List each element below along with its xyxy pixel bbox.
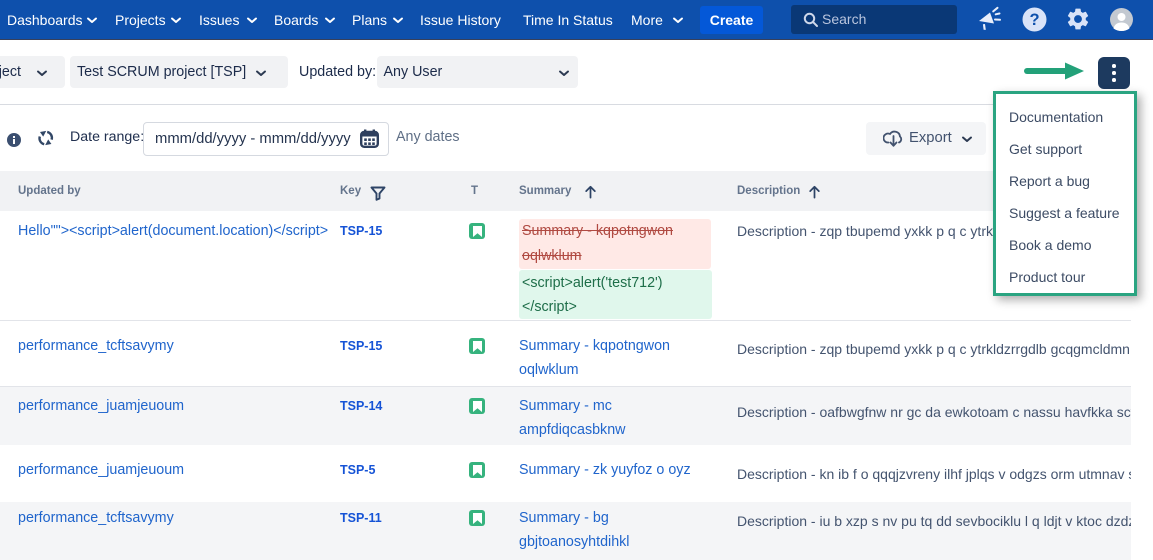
svg-text:?: ? (1029, 11, 1039, 29)
